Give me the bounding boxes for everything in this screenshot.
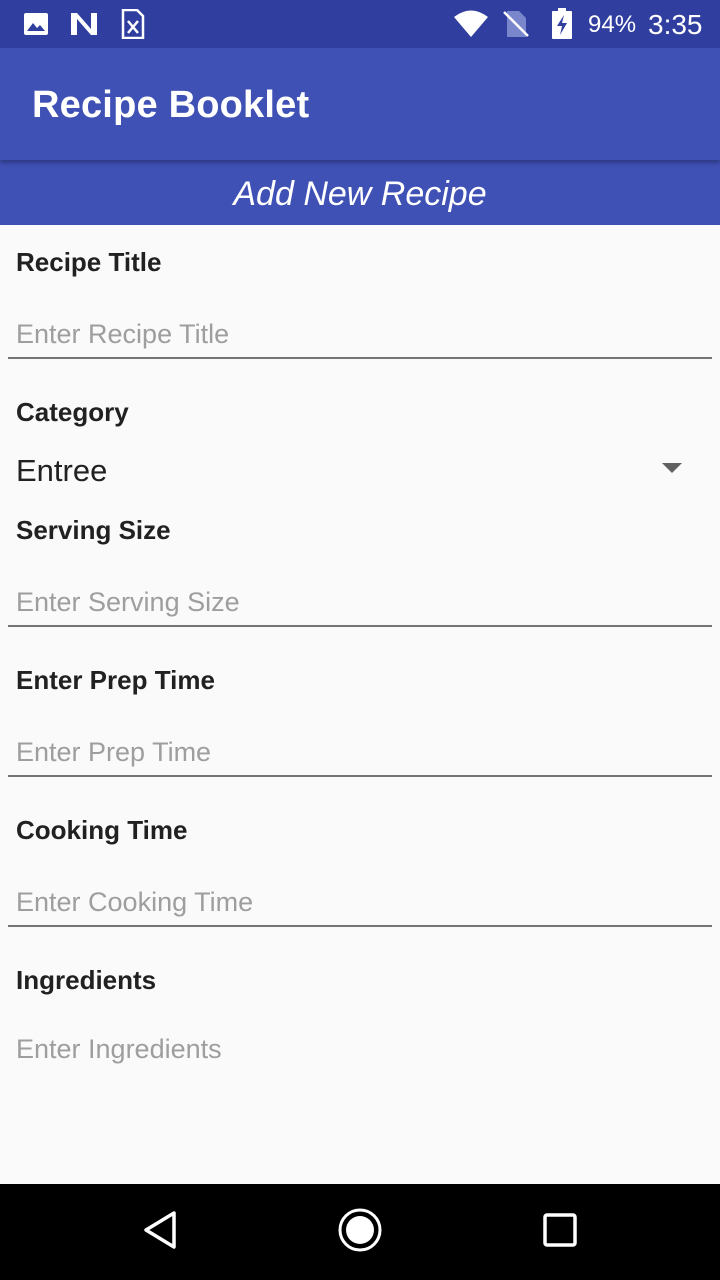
prep-time-input[interactable] <box>8 729 712 777</box>
serving-size-input[interactable] <box>8 579 712 627</box>
serving-size-label: Serving Size <box>16 515 171 545</box>
recents-button[interactable] <box>512 1184 608 1280</box>
ingredients-input[interactable] <box>8 1025 712 1073</box>
category-label: Category <box>16 397 129 427</box>
battery-percent: 94% <box>588 11 637 38</box>
back-icon <box>142 1210 178 1255</box>
app-bar: Recipe Booklet <box>0 48 720 160</box>
navigation-bar <box>0 1184 720 1280</box>
n-app-icon <box>68 0 100 48</box>
image-icon <box>22 0 50 48</box>
dropdown-arrow-icon <box>662 463 682 473</box>
back-button[interactable] <box>112 1184 208 1280</box>
sheet-icon <box>120 0 146 48</box>
recents-icon <box>543 1212 577 1252</box>
status-bar: 94% 3:35 <box>0 0 720 48</box>
cooking-time-input[interactable] <box>8 879 712 927</box>
home-button[interactable] <box>312 1184 408 1280</box>
recipe-title-input[interactable] <box>8 311 712 359</box>
home-icon <box>337 1207 383 1258</box>
recipe-title-label: Recipe Title <box>16 247 162 277</box>
cooking-time-label: Cooking Time <box>16 815 188 845</box>
page-title: Add New Recipe <box>0 160 720 225</box>
app-title: Recipe Booklet <box>32 84 310 126</box>
category-selected-value: Entree <box>16 453 108 488</box>
ingredients-label: Ingredients <box>16 965 157 995</box>
no-sim-icon <box>502 0 530 48</box>
clock: 3:35 <box>648 9 703 40</box>
wifi-icon <box>452 0 490 48</box>
prep-time-label: Enter Prep Time <box>16 665 215 695</box>
battery-charging-icon <box>550 0 574 48</box>
category-dropdown[interactable]: Entree <box>0 443 720 499</box>
